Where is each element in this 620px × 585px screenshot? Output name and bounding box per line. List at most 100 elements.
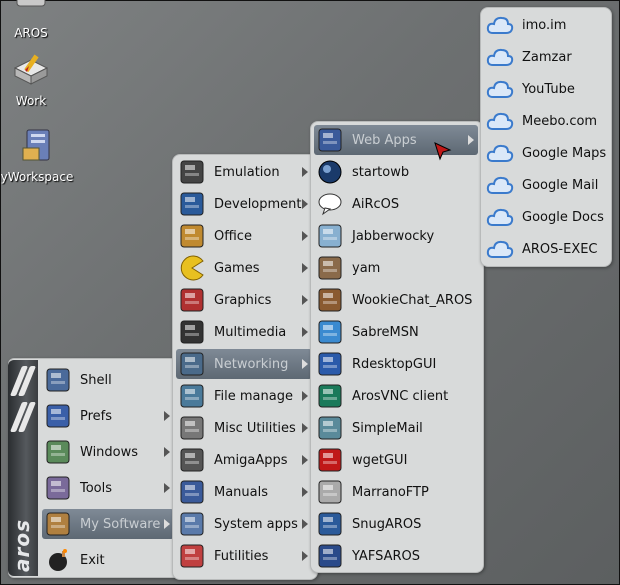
menu-item-label: Shell	[80, 372, 112, 388]
workspace-drive-icon	[17, 126, 57, 166]
cloud-icon	[486, 75, 514, 103]
menu-item-multimedia[interactable]: Multimedia	[176, 317, 312, 347]
submenu-arrow-icon	[302, 519, 308, 529]
rdesktopgui-icon	[316, 350, 344, 378]
menu-item-my-software[interactable]: My Software	[42, 509, 174, 539]
menu-item-exit[interactable]: Exit	[42, 545, 174, 575]
menu-item-development[interactable]: Development	[176, 189, 312, 219]
menu-item-snugaros[interactable]: SnugAROS	[314, 509, 478, 539]
desktop-icon-workspace[interactable]: yWorkspace	[0, 126, 82, 184]
submenu-arrow-icon	[164, 447, 170, 457]
yam-icon	[316, 254, 344, 282]
menu-item-rdesktopgui[interactable]: RdesktopGUI	[314, 349, 478, 379]
menu-item-networking[interactable]: Networking	[176, 349, 312, 379]
futilities-icon	[178, 542, 206, 570]
submenu-arrow-icon	[302, 359, 308, 369]
menu-item-label: yam	[352, 260, 381, 276]
menu-item-google-maps[interactable]: Google Maps	[484, 138, 606, 168]
file-manage-icon	[178, 382, 206, 410]
menu-item-graphics[interactable]: Graphics	[176, 285, 312, 315]
menu-item-label: AROS-EXEC	[522, 241, 598, 257]
menu-item-marranoftp[interactable]: MarranoFTP	[314, 477, 478, 507]
menu-item-label: startowb	[352, 164, 410, 180]
menu-item-label: MarranoFTP	[352, 484, 429, 500]
desktop-icon-work[interactable]: Work	[0, 50, 76, 108]
menu-item-label: Exit	[80, 552, 105, 568]
menu-item-tools[interactable]: Tools	[42, 473, 174, 503]
menu-item-shell[interactable]: Shell	[42, 365, 174, 395]
menu-item-wgetgui[interactable]: wgetGUI	[314, 445, 478, 475]
submenu-arrow-icon	[302, 199, 308, 209]
menu-item-misc-utilities[interactable]: Misc Utilities	[176, 413, 312, 443]
desktop-icon-label: AROS	[14, 26, 48, 40]
menu-item-jabberwocky[interactable]: Jabberwocky	[314, 221, 478, 251]
desktop-icon-label: yWorkspace	[0, 170, 74, 184]
menu-item-label: WookieChat_AROS	[352, 292, 473, 308]
menu-item-imo-im[interactable]: imo.im	[484, 10, 606, 40]
menu-item-google-docs[interactable]: Google Docs	[484, 202, 606, 232]
menu-item-label: YouTube	[522, 81, 575, 97]
menu-item-label: File manage	[214, 388, 293, 404]
menu-item-youtube[interactable]: YouTube	[484, 74, 606, 104]
menu-item-amigaapps[interactable]: AmigaApps	[176, 445, 312, 475]
menu-item-label: Games	[214, 260, 260, 276]
tools-icon	[44, 474, 72, 502]
menu-item-label: Google Docs	[522, 209, 604, 225]
development-icon	[178, 190, 206, 218]
menu-item-meebo-com[interactable]: Meebo.com	[484, 106, 606, 136]
jabberwocky-icon	[316, 222, 344, 250]
cloud-icon	[486, 11, 514, 39]
menu-item-label: Emulation	[214, 164, 280, 180]
menu-item-label: My Software	[80, 516, 161, 532]
windows-icon	[44, 438, 72, 466]
menu-item-windows[interactable]: Windows	[42, 437, 174, 467]
menu-item-label: Meebo.com	[522, 113, 598, 129]
my-software-icon	[44, 510, 72, 538]
menu-item-label: imo.im	[522, 17, 567, 33]
menu-item-yafsaros[interactable]: YAFSAROS	[314, 541, 478, 571]
menu-item-sabremsn[interactable]: SabreMSN	[314, 317, 478, 347]
aros-drive-icon	[11, 0, 51, 22]
menu-item-emulation[interactable]: Emulation	[176, 157, 312, 187]
menu-item-prefs[interactable]: Prefs	[42, 401, 174, 431]
menu-item-system-apps[interactable]: System apps	[176, 509, 312, 539]
submenu-arrow-icon	[302, 487, 308, 497]
desktop-icon-aros[interactable]: AROS	[0, 0, 76, 40]
menu-item-wookiechat-aros[interactable]: WookieChat_AROS	[314, 285, 478, 315]
menu-item-label: AiRcOS	[352, 196, 400, 212]
startowb-icon	[316, 158, 344, 186]
menu-item-label: Office	[214, 228, 252, 244]
menu-item-label: Prefs	[80, 408, 113, 424]
menu-item-yam[interactable]: yam	[314, 253, 478, 283]
submenu-arrow-icon	[302, 327, 308, 337]
system-apps-icon	[178, 510, 206, 538]
manuals-icon	[178, 478, 206, 506]
menu-item-games[interactable]: Games	[176, 253, 312, 283]
cloud-icon	[486, 235, 514, 263]
menu-item-futilities[interactable]: Futilities	[176, 541, 312, 571]
menu-item-file-manage[interactable]: File manage	[176, 381, 312, 411]
menu-item-aircos[interactable]: AiRcOS	[314, 189, 478, 219]
menu-item-arosvnc-client[interactable]: ArosVNC client	[314, 381, 478, 411]
office-icon	[178, 222, 206, 250]
menu-item-zamzar[interactable]: Zamzar	[484, 42, 606, 72]
shell-icon	[44, 366, 72, 394]
submenu-arrow-icon	[164, 483, 170, 493]
menu-item-google-mail[interactable]: Google Mail	[484, 170, 606, 200]
submenu-arrow-icon	[302, 295, 308, 305]
menu-item-label: ArosVNC client	[352, 388, 449, 404]
submenu-arrow-icon	[302, 391, 308, 401]
submenu-arrow-icon	[164, 519, 170, 529]
menu-item-label: Manuals	[214, 484, 269, 500]
web-apps-icon	[316, 126, 344, 154]
menu-item-office[interactable]: Office	[176, 221, 312, 251]
menu-item-label: Zamzar	[522, 49, 572, 65]
aircos-icon	[316, 190, 344, 218]
arosvnc-icon	[316, 382, 344, 410]
menu-item-label: Jabberwocky	[352, 228, 435, 244]
menu-item-manuals[interactable]: Manuals	[176, 477, 312, 507]
menu-item-aros-exec[interactable]: AROS-EXEC	[484, 234, 606, 264]
submenu-arrow-icon	[302, 423, 308, 433]
menu-item-label: SimpleMail	[352, 420, 423, 436]
menu-item-simplemail[interactable]: SimpleMail	[314, 413, 478, 443]
